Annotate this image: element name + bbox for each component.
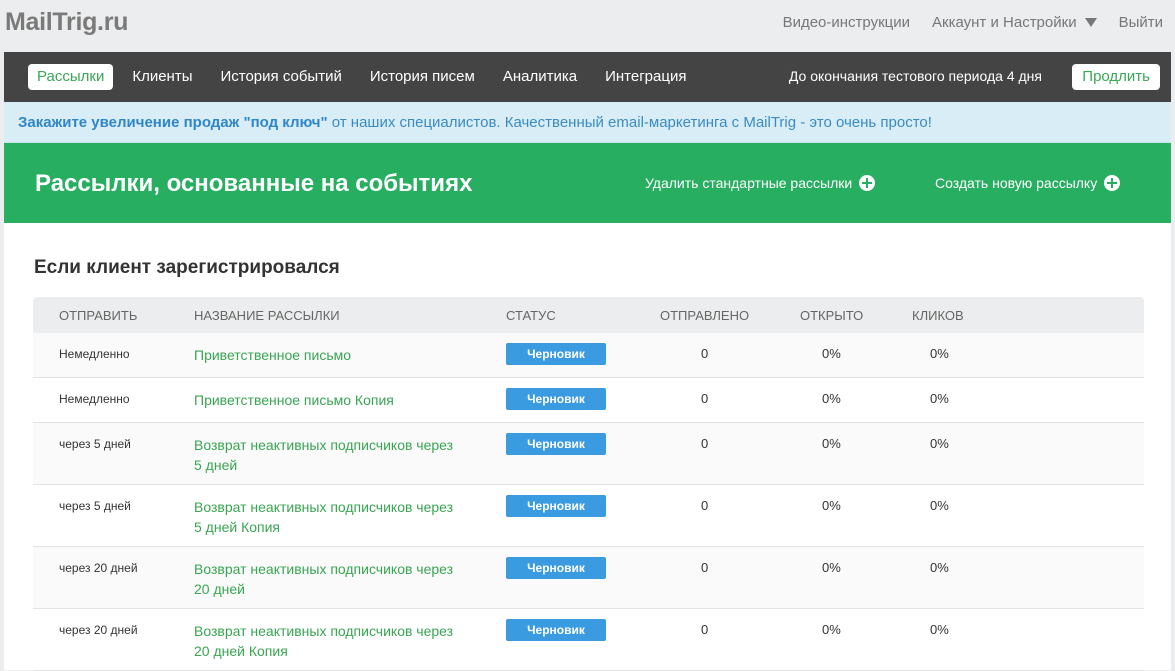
logout-link[interactable]: Выйти [1119, 14, 1163, 31]
row-clicks: 0% [930, 436, 949, 451]
row-clicks: 0% [930, 622, 949, 637]
promo-banner: Закажите увеличение продаж "под ключ" от… [4, 102, 1171, 143]
table-header: ОТПРАВИТЬ НАЗВАНИЕ РАССЫЛКИ СТАТУС ОТПРА… [33, 297, 1144, 333]
nav-item-mailings[interactable]: Рассылки [28, 64, 114, 90]
page-header: Рассылки, основанные на событиях Удалить… [4, 143, 1171, 223]
create-mailing-button[interactable]: Создать новую рассылку [935, 175, 1121, 191]
status-badge[interactable]: Черновик [506, 388, 606, 410]
app-panel: Рассылки Клиенты История событий История… [4, 52, 1171, 671]
table-row: через 20 дней Возврат неактивных подписч… [33, 547, 1144, 609]
status-badge[interactable]: Черновик [506, 343, 606, 365]
status-badge[interactable]: Черновик [506, 495, 606, 517]
nav-item-clients[interactable]: Клиенты [123, 64, 201, 90]
nav-item-analytics[interactable]: Аналитика [494, 64, 586, 90]
row-sent: 0 [701, 560, 709, 575]
row-sent: 0 [701, 346, 709, 361]
promo-text: от наших специалистов. Качественный emai… [327, 114, 932, 131]
row-send: Немедленно [59, 392, 130, 406]
table-row: через 20 дней Возврат неактивных подписч… [33, 609, 1144, 671]
col-status: СТАТУС [506, 308, 556, 323]
row-sent: 0 [701, 622, 709, 637]
row-opened: 0% [822, 498, 841, 513]
plus-circle-icon [859, 175, 876, 191]
row-send: через 20 дней [59, 623, 138, 637]
col-name: НАЗВАНИЕ РАССЫЛКИ [194, 308, 340, 323]
row-send: через 5 дней [59, 437, 131, 451]
row-clicks: 0% [930, 346, 949, 361]
section-title: Если клиент зарегистрировался [34, 257, 340, 278]
top-links: Видео-инструкции Аккаунт и Настройки Вый… [783, 14, 1163, 31]
col-clicks: КЛИКОВ [912, 308, 964, 323]
row-send: через 20 дней [59, 561, 138, 575]
row-send: через 5 дней [59, 499, 131, 513]
row-opened: 0% [822, 391, 841, 406]
nav-item-email-history[interactable]: История писем [361, 64, 484, 90]
trial-period-text: До окончания тестового периода 4 дня [788, 68, 1042, 84]
main-nav: Рассылки Клиенты История событий История… [4, 52, 1171, 102]
plus-circle-icon [1104, 175, 1121, 191]
row-sent: 0 [701, 391, 709, 406]
nav-item-integration[interactable]: Интеграция [596, 64, 695, 90]
col-send: ОТПРАВИТЬ [59, 308, 138, 323]
col-opened: ОТКРЫТО [800, 308, 864, 323]
table-row: Немедленно Приветственное письмо Чернови… [33, 333, 1144, 378]
row-sent: 0 [701, 436, 709, 451]
promo-link[interactable]: Закажите увеличение продаж "под ключ" [18, 114, 328, 131]
delete-standard-mailings-label: Удалить стандартные рассылки [645, 175, 853, 191]
page-title: Рассылки, основанные на событиях [35, 170, 473, 197]
status-badge[interactable]: Черновик [506, 557, 606, 579]
row-name-link[interactable]: Приветственное письмо Копия [194, 390, 454, 410]
row-opened: 0% [822, 346, 841, 361]
row-sent: 0 [701, 498, 709, 513]
row-opened: 0% [822, 436, 841, 451]
table-row: через 5 дней Возврат неактивных подписчи… [33, 485, 1144, 547]
top-bar: MailTrig.ru Видео-инструкции Аккаунт и Н… [0, 0, 1175, 48]
row-clicks: 0% [930, 560, 949, 575]
extend-button[interactable]: Продлить [1072, 64, 1160, 90]
row-clicks: 0% [930, 391, 949, 406]
video-instructions-link[interactable]: Видео-инструкции [783, 14, 910, 31]
delete-standard-mailings-button[interactable]: Удалить стандартные рассылки [645, 175, 876, 191]
row-opened: 0% [822, 622, 841, 637]
dropdown-triangle-icon[interactable] [1084, 18, 1097, 27]
row-opened: 0% [822, 560, 841, 575]
row-clicks: 0% [930, 498, 949, 513]
row-send: Немедленно [59, 347, 130, 361]
row-name-link[interactable]: Приветственное письмо [194, 345, 454, 365]
status-badge[interactable]: Черновик [506, 433, 606, 455]
col-sent: ОТПРАВЛЕНО [660, 308, 750, 323]
mailings-table: ОТПРАВИТЬ НАЗВАНИЕ РАССЫЛКИ СТАТУС ОТПРА… [33, 297, 1144, 671]
create-mailing-label: Создать новую рассылку [935, 175, 1098, 191]
row-name-link[interactable]: Возврат неактивных подписчиков через 20 … [194, 559, 454, 599]
table-row: Немедленно Приветственное письмо Копия Ч… [33, 378, 1144, 423]
row-name-link[interactable]: Возврат неактивных подписчиков через 5 д… [194, 435, 454, 475]
nav-item-event-history[interactable]: История событий [211, 64, 350, 90]
account-settings-link[interactable]: Аккаунт и Настройки [932, 14, 1077, 31]
status-badge[interactable]: Черновик [506, 619, 606, 641]
row-name-link[interactable]: Возврат неактивных подписчиков через 20 … [194, 621, 454, 661]
row-name-link[interactable]: Возврат неактивных подписчиков через 5 д… [194, 497, 454, 537]
logo[interactable]: MailTrig.ru [5, 8, 128, 37]
table-row: через 5 дней Возврат неактивных подписчи… [33, 423, 1144, 485]
